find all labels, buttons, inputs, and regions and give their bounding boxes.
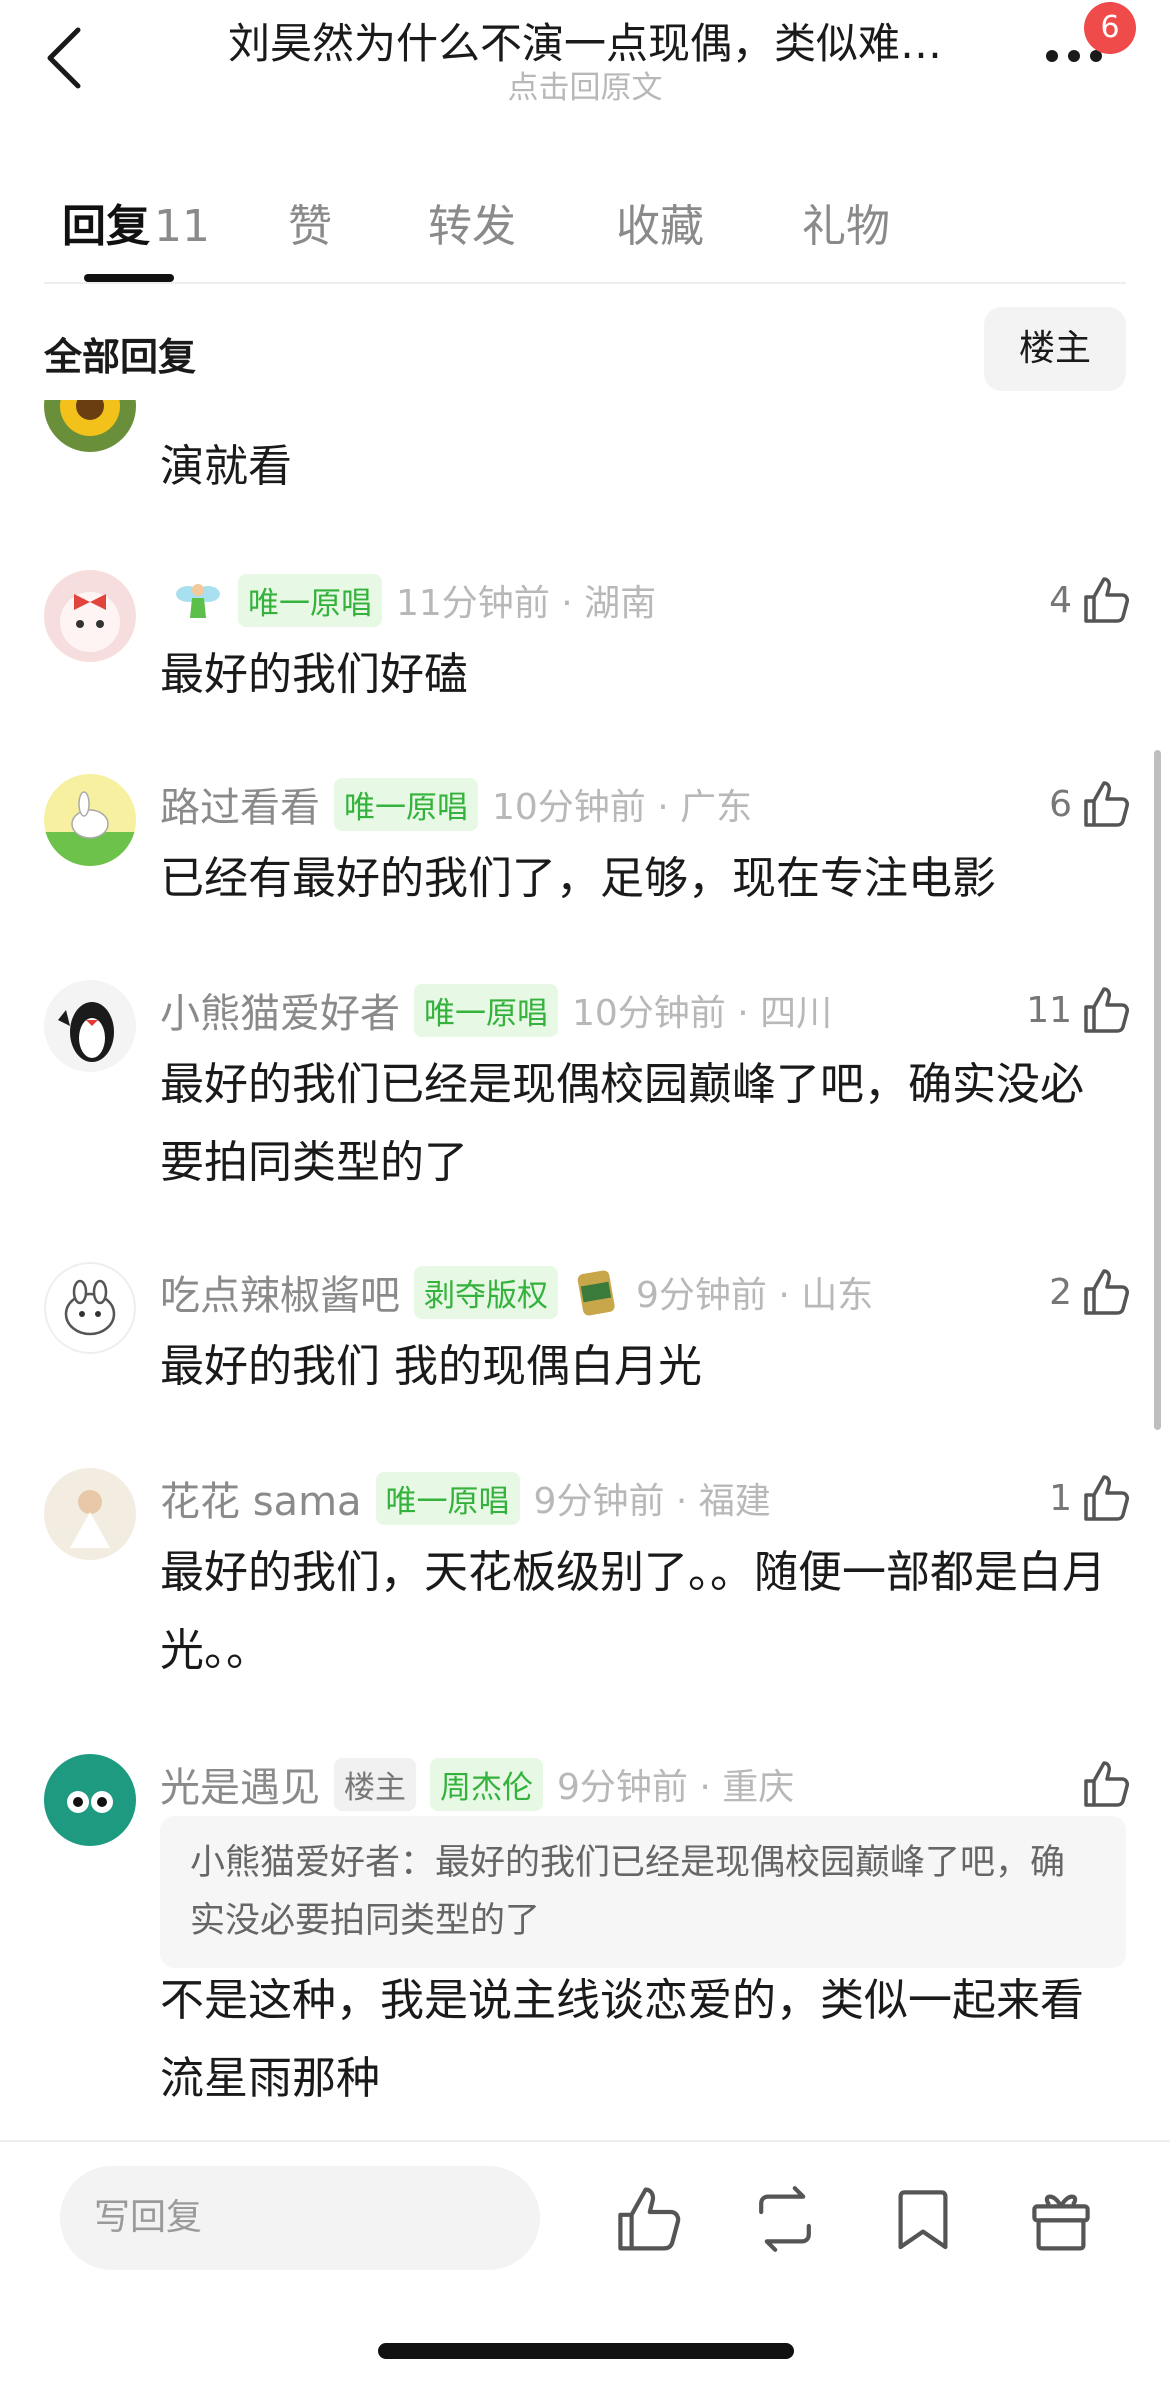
repost-icon	[759, 2186, 811, 2252]
username[interactable]: 小熊猫爱好者	[160, 981, 400, 1039]
comment-item: 唯一原唱 11分钟前 · 湖南 4 最好的我们好磕	[0, 570, 1170, 740]
quoted-reply[interactable]: 小熊猫爱好者：最好的我们已经是现偶校园巅峰了吧，确实没必要拍同类型的了	[160, 1816, 1126, 1968]
repost-button[interactable]	[750, 2184, 820, 2254]
comment-text: 不是这种，我是说主线谈恋爱的，类似一起来看流星雨那种	[160, 1975, 1084, 2104]
comment-text: 最好的我们已经是现偶校园巅峰了吧，确实没必要拍同类型的了	[160, 1059, 1084, 1188]
comment-meta: 路过看看 唯一原唱 10分钟前 · 广东	[160, 774, 752, 834]
comment-time: 9分钟前 · 山东	[636, 1275, 874, 1316]
back-icon	[47, 27, 81, 89]
avatar[interactable]	[44, 1262, 136, 1354]
tab-label: 回复	[62, 201, 150, 252]
gift-icon	[1032, 2194, 1090, 2251]
username[interactable]: 吃点辣椒酱吧	[160, 1263, 400, 1321]
comment-item: 吃点辣椒酱吧 剥夺版权 9分钟前 · 山东 2 最好的我们 我的现偶白月光	[0, 1262, 1170, 1432]
comment-text: 已经有最好的我们了，足够，现在专注电影	[160, 853, 996, 904]
thumbs-up-icon	[1084, 1761, 1129, 1807]
all-replies-label[interactable]: 全部回复	[44, 326, 196, 381]
tab-likes[interactable]: 赞	[288, 190, 332, 254]
tab-favorites[interactable]: 收藏	[616, 190, 704, 254]
thumbs-up-icon	[618, 2187, 681, 2251]
comment-item: 光是遇见 楼主 周杰伦 9分钟前 · 重庆 小熊猫爱好者：最好的我们已经是现偶校…	[0, 1754, 1170, 2140]
comment-text: 最好的我们 我的现偶白月光	[160, 1341, 702, 1392]
comment-time: 11分钟前 · 湖南	[396, 583, 657, 624]
thumbs-up-icon	[1084, 1269, 1129, 1315]
avatar[interactable]	[44, 1754, 136, 1846]
gift-button[interactable]	[1026, 2184, 1096, 2254]
avatar[interactable]	[44, 774, 136, 866]
owner-tag: 楼主	[334, 1757, 416, 1811]
username[interactable]: 路过看看	[160, 775, 320, 833]
username[interactable]: 花花 sama	[160, 1469, 362, 1527]
like-count: 6	[1049, 783, 1072, 825]
reply-input[interactable]: 写回复	[60, 2166, 540, 2270]
tab-count: 11	[154, 201, 210, 252]
owner-filter-button[interactable]: 楼主	[984, 307, 1126, 391]
avatar[interactable]	[44, 980, 136, 1072]
avatar[interactable]	[44, 1468, 136, 1560]
user-tag: 唯一原唱	[375, 1471, 520, 1525]
like-button[interactable]: 4	[1020, 570, 1130, 630]
like-count: 4	[1049, 579, 1072, 621]
user-tag: 唯一原唱	[414, 983, 558, 1037]
active-tab-indicator	[84, 274, 174, 282]
like-count: 11	[1026, 989, 1072, 1031]
comment-item: 花花 sama 唯一原唱 9分钟前 · 福建 1 最好的我们，天花板级别了。。随…	[0, 1468, 1170, 1718]
comment-meta: 吃点辣椒酱吧 剥夺版权 9分钟前 · 山东	[160, 1262, 873, 1322]
comment-text: 最好的我们好磕	[160, 649, 468, 700]
comment-item: 演就看	[0, 400, 1170, 520]
comment-meta: 光是遇见 楼主 周杰伦 9分钟前 · 重庆	[160, 1754, 794, 1814]
comment-time: 9分钟前 · 重庆	[557, 1767, 795, 1808]
like-count: 2	[1049, 1271, 1072, 1313]
comment-text: 演就看	[160, 441, 292, 492]
comment-meta: 小熊猫爱好者 唯一原唱 10分钟前 · 四川	[160, 980, 832, 1040]
like-post-button[interactable]	[612, 2184, 682, 2254]
thumbs-up-icon	[1084, 987, 1129, 1033]
user-tag: 唯一原唱	[334, 777, 478, 831]
like-count: 1	[1049, 1477, 1072, 1519]
tab-replies[interactable]: 回复11	[62, 190, 210, 254]
like-button[interactable]: 6	[1020, 774, 1130, 834]
comment-list[interactable]: 演就看 唯一原唱 11分钟前 · 湖南 4 最好的我们好磕 路过看看 唯一原唱 …	[0, 400, 1170, 2140]
home-indicator[interactable]	[378, 2343, 794, 2359]
comment-time: 10分钟前 · 广东	[492, 787, 753, 828]
thumbs-up-icon	[1084, 781, 1129, 827]
comment-meta: 花花 sama 唯一原唱 9分钟前 · 福建	[160, 1468, 771, 1528]
user-tag: 剥夺版权	[414, 1265, 558, 1319]
like-button[interactable]: 2	[1020, 1262, 1130, 1322]
comment-time: 10分钟前 · 四川	[572, 993, 833, 1034]
divider	[44, 282, 1126, 284]
back-button[interactable]	[40, 22, 90, 92]
tab-bar: 回复11 赞 转发 收藏 礼物	[0, 170, 1170, 282]
comment-time: 9分钟前 · 福建	[533, 1481, 771, 1522]
like-button[interactable]	[1020, 1754, 1130, 1814]
user-tag: 唯一原唱	[238, 573, 382, 627]
comment-meta: 唯一原唱 11分钟前 · 湖南	[160, 570, 656, 630]
bookmark-icon	[898, 2190, 948, 2250]
header: 刘昊然为什么不演一点现偶，类似难… 点击回原文 6	[0, 0, 1170, 120]
tab-gifts[interactable]: 礼物	[802, 190, 890, 254]
avatar[interactable]	[44, 400, 136, 452]
notification-badge: 6	[1084, 2, 1136, 54]
user-tag: 周杰伦	[430, 1757, 543, 1811]
like-button[interactable]: 11	[1020, 980, 1130, 1040]
back-to-original-link[interactable]: 点击回原文	[190, 62, 980, 107]
thumbs-up-icon	[1084, 1475, 1129, 1521]
username[interactable]: 光是遇见	[160, 1755, 320, 1813]
can-badge-icon	[570, 1266, 622, 1318]
bookmark-button[interactable]	[888, 2184, 958, 2254]
comment-text: 最好的我们，天花板级别了。。随便一部都是白月光。。	[160, 1547, 1106, 1676]
avatar[interactable]	[44, 570, 136, 662]
comment-item: 小熊猫爱好者 唯一原唱 10分钟前 · 四川 11 最好的我们已经是现偶校园巅峰…	[0, 980, 1170, 1230]
tab-reposts[interactable]: 转发	[428, 190, 516, 254]
comment-item: 路过看看 唯一原唱 10分钟前 · 广东 6 已经有最好的我们了，足够，现在专注…	[0, 774, 1170, 944]
thumbs-up-icon	[1084, 577, 1129, 623]
scrollbar[interactable]	[1154, 750, 1161, 1430]
like-button[interactable]: 1	[1020, 1468, 1130, 1528]
fairy-badge-icon	[172, 574, 224, 626]
